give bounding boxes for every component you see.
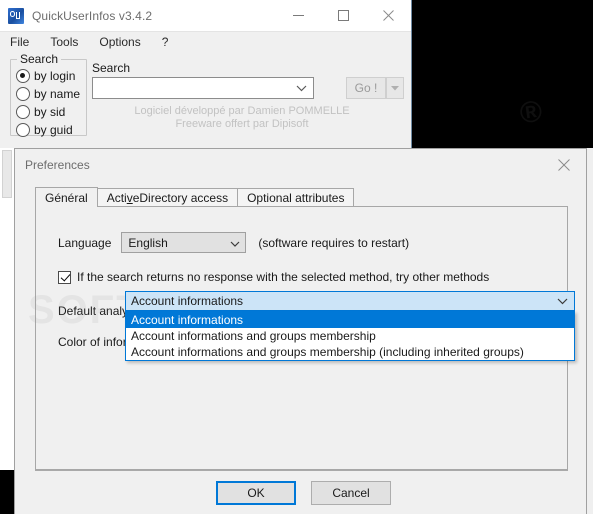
cancel-button[interactable]: Cancel xyxy=(311,481,391,505)
window-title: QuickUserInfos v3.4.2 xyxy=(32,8,153,23)
radio-by-name[interactable]: by name xyxy=(16,86,86,102)
fallback-methods-checkbox[interactable] xyxy=(58,270,71,284)
radio-label-by-guid: by guid xyxy=(34,123,73,137)
credits-line-2: Freeware offert par Dipisoft xyxy=(175,118,309,130)
window-controls xyxy=(276,0,411,31)
menu-item-help[interactable]: ? xyxy=(160,33,178,52)
main-window: QuickUserInfos v3.4.2 File Tools Options… xyxy=(0,0,412,148)
search-mode-groupbox: Search by login by name by sid by guid xyxy=(10,52,87,138)
menu-item-tools[interactable]: Tools xyxy=(48,33,87,52)
close-icon[interactable] xyxy=(541,149,586,180)
search-input[interactable] xyxy=(92,77,314,99)
preferences-title: Preferences xyxy=(25,157,90,172)
language-select-value: English xyxy=(128,235,168,250)
radio-indicator-by-sid xyxy=(16,105,30,119)
desktop-backdrop-right xyxy=(412,0,593,148)
menu-item-options[interactable]: Options xyxy=(97,33,149,52)
radio-by-sid[interactable]: by sid xyxy=(16,104,86,120)
scrollbar-thumb[interactable] xyxy=(2,150,12,198)
go-button[interactable]: Go ! xyxy=(346,77,386,99)
preferences-titlebar[interactable]: Preferences xyxy=(15,149,586,180)
fallback-methods-label: If the search returns no response with t… xyxy=(77,270,490,284)
app-icon xyxy=(8,7,24,24)
tabstrip: Général Acti v eDirectory access Optional … xyxy=(35,187,355,207)
main-client-area: Search by login by name by sid by guid S… xyxy=(0,52,411,148)
radio-by-login[interactable]: by login xyxy=(16,68,86,84)
menu-item-file[interactable]: File xyxy=(8,33,38,52)
dropdown-option-account-informations-and-groups-inherited[interactable]: Account informations and groups membersh… xyxy=(126,344,574,360)
chevron-down-icon xyxy=(296,81,307,95)
tab-activedirectory-access[interactable]: Acti v eDirectory access xyxy=(96,188,239,207)
ok-button[interactable]: OK xyxy=(216,481,296,505)
fallback-methods-row[interactable]: If the search returns no response with t… xyxy=(58,270,489,284)
search-mode-groupbox-title: Search xyxy=(17,52,62,66)
radio-indicator-by-login xyxy=(16,69,30,83)
menubar: File Tools Options ? xyxy=(0,31,411,53)
close-icon[interactable] xyxy=(366,0,411,31)
radio-indicator-by-name xyxy=(16,87,30,101)
language-label: Language xyxy=(58,235,112,250)
chevron-down-icon xyxy=(557,294,568,308)
search-field-label: Search xyxy=(92,61,131,75)
main-titlebar[interactable]: QuickUserInfos v3.4.2 xyxy=(0,0,411,31)
default-analysis-value: Account informations xyxy=(131,294,244,308)
desktop-backdrop-bottom-left xyxy=(0,470,15,514)
maximize-icon[interactable] xyxy=(321,0,366,31)
radio-by-guid[interactable]: by guid xyxy=(16,122,86,138)
radio-label-by-name: by name xyxy=(34,87,81,101)
tab-optional-attributes[interactable]: Optional attributes xyxy=(237,188,355,207)
dropdown-option-account-informations-and-groups[interactable]: Account informations and groups membersh… xyxy=(126,328,574,344)
language-select[interactable]: English xyxy=(121,232,247,253)
minimize-icon[interactable] xyxy=(276,0,321,31)
language-restart-hint: (software requires to restart) xyxy=(258,235,410,250)
radio-label-by-sid: by sid xyxy=(34,105,66,119)
go-button-dropdown[interactable] xyxy=(386,77,404,99)
dropdown-option-account-informations[interactable]: Account informations xyxy=(126,312,574,328)
language-row: Language English (software requires to r… xyxy=(58,232,409,253)
default-analysis-select[interactable]: Account informations xyxy=(125,291,575,311)
credits-line-1: Logiciel développé par Damien POMMELLE xyxy=(134,105,350,117)
tab-general[interactable]: Général xyxy=(35,187,98,207)
default-analysis-dropdown-list[interactable]: Account informations Account information… xyxy=(125,311,575,361)
tab-ad-prefix: Acti xyxy=(106,191,127,205)
radio-label-by-login: by login xyxy=(34,69,76,83)
radio-indicator-by-guid xyxy=(16,123,30,137)
footer-separator xyxy=(35,470,568,471)
credits-text: Logiciel développé par Damien POMMELLE F… xyxy=(92,105,392,131)
chevron-down-icon xyxy=(230,236,240,250)
tab-ad-suffix: eDirectory access xyxy=(132,191,229,205)
